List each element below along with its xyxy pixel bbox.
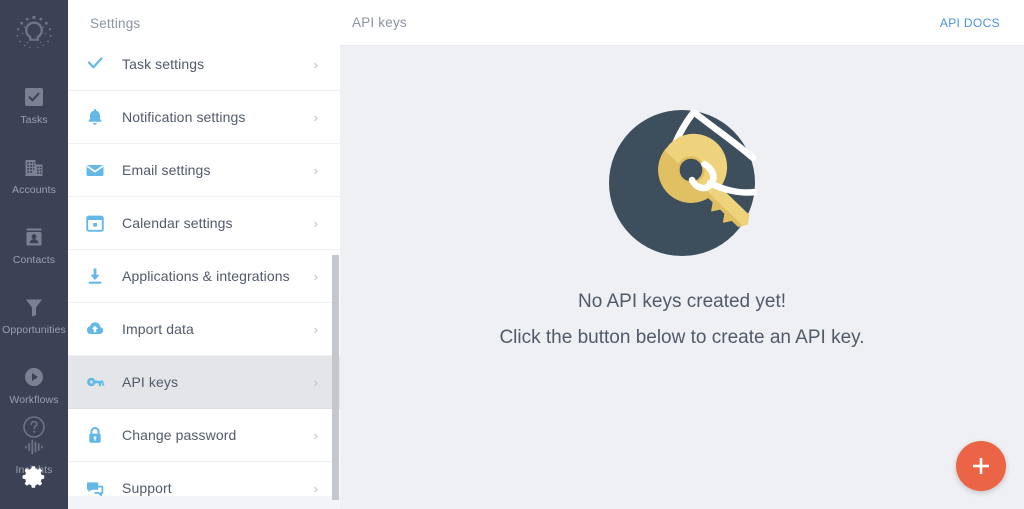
settings-item-list: Task settings › Notification settings › … — [68, 46, 340, 496]
plus-icon — [973, 458, 989, 474]
cloud-upload-icon — [68, 319, 122, 339]
primary-nav-rail: Tasks Accounts Contacts Opportunities Wo… — [0, 0, 68, 509]
download-icon — [68, 266, 122, 286]
rail-item-label: Accounts — [12, 184, 56, 197]
settings-item-import-data[interactable]: Import data › — [68, 303, 340, 356]
rail-item-label: Tasks — [20, 114, 48, 127]
chevron-right-icon: › — [313, 56, 318, 72]
play-circle-icon — [23, 364, 45, 390]
settings-item-label: Task settings — [122, 56, 205, 72]
main-content: API keys API DOCS No API keys created ye… — [340, 0, 1024, 509]
settings-item-email-settings[interactable]: Email settings › — [68, 144, 340, 197]
settings-item-support[interactable]: Support › — [68, 462, 340, 496]
rail-item-label: Workflows — [9, 394, 59, 407]
check-square-icon — [23, 84, 45, 110]
settings-item-notification-settings[interactable]: Notification settings › — [68, 91, 340, 144]
settings-item-label: Import data — [122, 321, 194, 337]
settings-scroll-area[interactable]: Task settings › Notification settings › … — [68, 46, 340, 496]
settings-item-label: Notification settings — [122, 109, 246, 125]
rail-item-opportunities[interactable]: Opportunities — [0, 280, 68, 350]
chevron-right-icon: › — [313, 215, 318, 231]
empty-state-subtitle: Click the button below to create an API … — [499, 327, 865, 348]
chevron-right-icon: › — [313, 109, 318, 125]
chevron-right-icon: › — [313, 268, 318, 284]
settings-item-label: Support — [122, 480, 172, 496]
rail-item-accounts[interactable]: Accounts — [0, 140, 68, 210]
chevron-right-icon: › — [313, 480, 318, 496]
settings-scrollbar[interactable] — [326, 0, 340, 509]
settings-item-label: Calendar settings — [122, 215, 233, 231]
chat-bubbles-icon — [68, 478, 122, 496]
bell-icon — [68, 107, 122, 127]
rail-item-contacts[interactable]: Contacts — [0, 210, 68, 280]
app-root: Tasks Accounts Contacts Opportunities Wo… — [0, 0, 1024, 509]
settings-item-calendar-settings[interactable]: Calendar settings › — [68, 197, 340, 250]
settings-item-label: Email settings — [122, 162, 211, 178]
rail-item-workflows[interactable]: Workflows — [0, 350, 68, 420]
rail-item-label: Opportunities — [2, 324, 66, 337]
rail-item-label: Contacts — [12, 254, 56, 267]
main-header: API keys API DOCS — [340, 0, 1024, 46]
help-circle-icon[interactable] — [22, 415, 46, 444]
contact-card-icon — [23, 224, 45, 250]
bulb-logo-icon — [16, 15, 52, 48]
settings-panel: Settings Task settings › Notification se… — [68, 0, 340, 509]
building-icon — [23, 154, 45, 180]
settings-item-label: Applications & integrations — [122, 268, 290, 284]
settings-item-change-password[interactable]: Change password › — [68, 409, 340, 462]
settings-item-applications-integrations[interactable]: Applications & integrations › — [68, 250, 340, 303]
lock-icon — [68, 425, 122, 445]
settings-panel-footer — [68, 496, 340, 509]
create-api-key-button[interactable] — [956, 441, 1006, 491]
envelope-icon — [68, 160, 122, 180]
settings-item-task-settings[interactable]: Task settings › — [68, 46, 340, 91]
chevron-right-icon: › — [313, 321, 318, 337]
rail-item-tasks[interactable]: Tasks — [0, 70, 68, 140]
rail-bottom-group — [0, 415, 68, 509]
chevron-right-icon: › — [313, 374, 318, 390]
settings-item-label: API keys — [122, 374, 179, 390]
funnel-icon — [23, 294, 45, 320]
settings-item-api-keys[interactable]: API keys › — [68, 356, 340, 409]
gear-icon[interactable] — [21, 464, 47, 495]
settings-header: Settings — [68, 0, 340, 46]
settings-title: Settings — [90, 15, 141, 31]
api-docs-link[interactable]: API DOCS — [940, 16, 1000, 30]
key-circle-illustration — [607, 108, 759, 263]
app-logo[interactable] — [0, 8, 68, 56]
chevron-right-icon: › — [313, 427, 318, 443]
check-circle-icon — [68, 54, 122, 74]
key-icon — [68, 372, 122, 392]
calendar-icon — [68, 213, 122, 233]
empty-state-title: No API keys created yet! — [577, 291, 787, 312]
chevron-right-icon: › — [313, 162, 318, 178]
settings-item-label: Change password — [122, 427, 237, 443]
scrollbar-thumb[interactable] — [332, 255, 339, 500]
empty-state: No API keys created yet! Click the butto… — [340, 46, 1024, 509]
page-title: API keys — [352, 15, 407, 30]
